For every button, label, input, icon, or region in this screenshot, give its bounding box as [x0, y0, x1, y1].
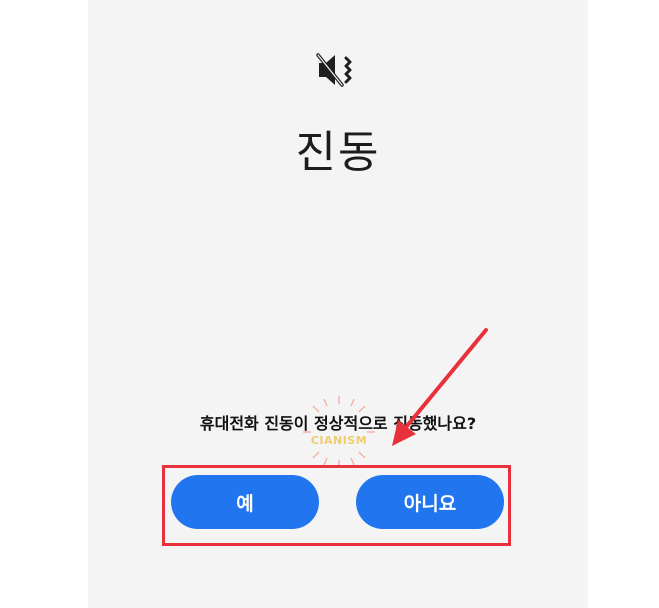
no-button[interactable]: 아니요 — [356, 475, 504, 529]
watermark-text: CIANISM — [310, 434, 368, 447]
yes-button[interactable]: 예 — [171, 475, 319, 529]
vibrate-icon — [316, 53, 352, 87]
dialog-question: 휴대전화 진동이 정상적으로 진동했나요? — [199, 414, 477, 433]
page-title: 진동 — [295, 127, 381, 178]
annotation-arrow — [392, 328, 488, 446]
